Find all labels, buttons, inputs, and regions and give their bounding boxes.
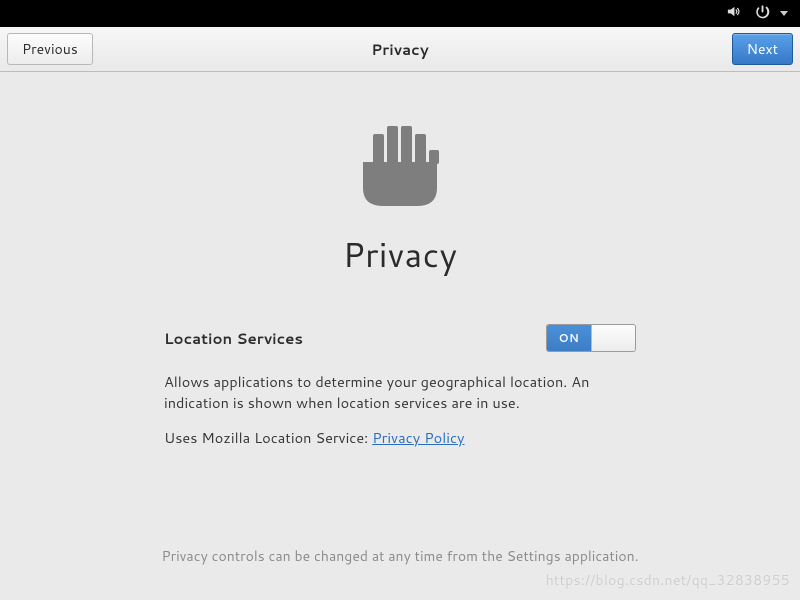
previous-button[interactable]: Previous	[7, 33, 93, 65]
uses-prefix: Uses Mozilla Location Service:	[164, 427, 372, 448]
header-bar: Previous Privacy Next	[0, 27, 800, 72]
switch-on-label: ON	[547, 325, 591, 351]
location-services-label: Location Services	[164, 328, 303, 349]
switch-knob	[591, 325, 635, 351]
header-title: Privacy	[0, 39, 800, 60]
settings-block: Location Services ON Allows applications…	[164, 324, 636, 448]
main-content: Privacy Location Services ON Allows appl…	[0, 72, 800, 600]
watermark: https://blog.csdn.net/qq_32838955	[546, 570, 790, 590]
mozilla-service-line: Uses Mozilla Location Service: Privacy P…	[164, 427, 636, 448]
location-services-switch[interactable]: ON	[546, 324, 636, 352]
system-top-bar	[0, 0, 800, 27]
page-heading: Privacy	[343, 230, 458, 278]
location-services-description: Allows applications to determine your ge…	[164, 372, 636, 413]
footer-note: Privacy controls can be changed at any t…	[0, 546, 800, 566]
privacy-hand-icon	[357, 114, 443, 212]
power-icon[interactable]	[755, 2, 770, 25]
privacy-policy-link[interactable]: Privacy Policy	[372, 427, 464, 448]
volume-icon[interactable]	[726, 2, 741, 25]
location-services-row: Location Services ON	[164, 324, 636, 352]
next-button[interactable]: Next	[732, 33, 793, 65]
chevron-down-icon[interactable]	[780, 11, 788, 16]
